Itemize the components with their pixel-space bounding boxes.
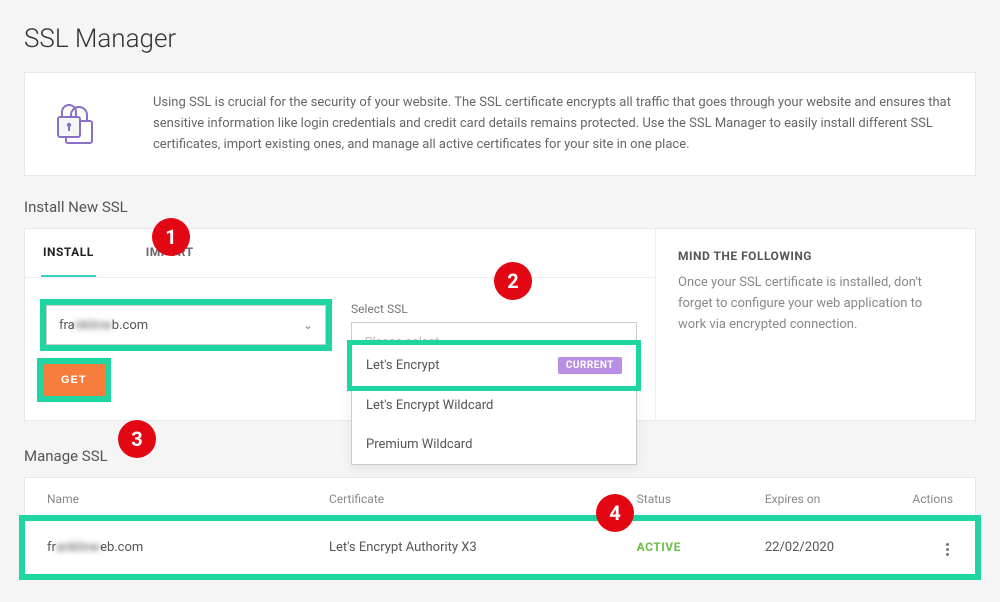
select-ssl-label: Select SSL (351, 302, 637, 316)
annotation-badge-2: 2 (494, 262, 532, 300)
install-section-title: Install New SSL (24, 198, 976, 216)
table-header: Name Certificate Status Expires on Actio… (25, 478, 975, 521)
th-actions: Actions (893, 492, 953, 506)
cell-certificate: Let's Encrypt Authority X3 (329, 540, 637, 555)
get-button[interactable]: GET (43, 364, 105, 396)
cell-name: franklinweb.com (47, 540, 329, 555)
th-certificate: Certificate (329, 492, 637, 506)
ssl-option-label: Let's Encrypt Wildcard (366, 398, 493, 413)
ssl-option-lets-encrypt[interactable]: Let's Encrypt CURRENT (352, 345, 636, 386)
th-expires: Expires on (765, 492, 893, 506)
current-badge: CURRENT (558, 357, 622, 374)
info-card: Using SSL is crucial for the security of… (24, 72, 976, 176)
select-domain-value: franklinwb.com (59, 318, 148, 333)
install-panel: INSTALL IMPORT franklinwb.com ⌄ GET (24, 228, 976, 421)
page-title: SSL Manager (24, 24, 976, 54)
annotation-badge-1: 1 (152, 218, 190, 256)
mind-title: MIND THE FOLLOWING (678, 249, 953, 263)
annotation-badge-3: 3 (118, 420, 156, 458)
ssl-option-label: Premium Wildcard (366, 437, 472, 452)
mind-text: Once your SSL certificate is installed, … (678, 273, 953, 335)
ssl-dropdown: Let's Encrypt CURRENT Let's Encrypt Wild… (351, 344, 637, 465)
ssl-option-label: Let's Encrypt (366, 358, 439, 373)
manage-table: Name Certificate Status Expires on Actio… (24, 477, 976, 575)
th-status: Status (637, 492, 765, 506)
install-tabs: INSTALL IMPORT (25, 229, 655, 278)
select-domain[interactable]: franklinwb.com ⌄ (46, 305, 326, 345)
status-badge: ACTIVE (637, 540, 681, 554)
ssl-option-lets-encrypt-wildcard[interactable]: Let's Encrypt Wildcard (352, 386, 636, 425)
th-name: Name (47, 492, 329, 506)
lock-icon (49, 96, 105, 152)
mind-panel: MIND THE FOLLOWING Once your SSL certifi… (655, 229, 975, 420)
ssl-option-premium-wildcard[interactable]: Premium Wildcard (352, 425, 636, 464)
cell-expires: 22/02/2020 (765, 540, 893, 555)
chevron-down-icon: ⌄ (303, 318, 313, 332)
tab-install[interactable]: INSTALL (41, 229, 96, 277)
actions-menu-button[interactable] (942, 539, 953, 560)
table-row: franklinweb.com Let's Encrypt Authority … (25, 521, 975, 574)
annotation-badge-4: 4 (596, 494, 634, 532)
info-text: Using SSL is crucial for the security of… (153, 93, 951, 155)
